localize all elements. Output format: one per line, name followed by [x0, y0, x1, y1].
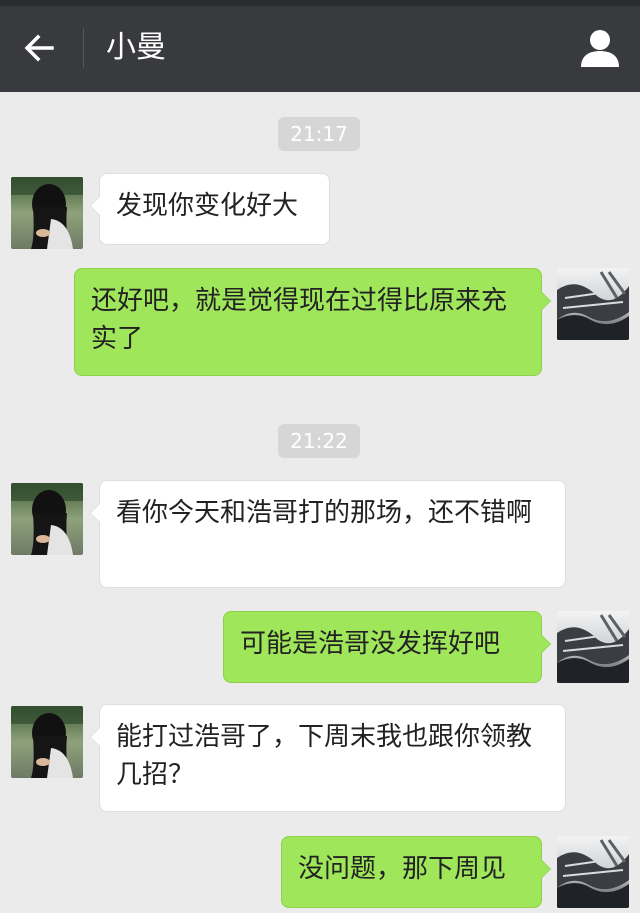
message-text: 发现你变化好大 — [116, 191, 299, 221]
contact-avatar-image — [11, 483, 83, 555]
contact-avatar-image — [11, 177, 83, 249]
message-text: 能打过浩哥了，下周末我也跟你领教几招？ — [116, 722, 533, 790]
message-bubble-incoming[interactable]: 发现你变化好大 — [90, 173, 330, 245]
profile-button[interactable] — [578, 26, 622, 70]
arrow-left-icon — [24, 34, 54, 62]
my-avatar[interactable] — [557, 836, 629, 908]
message-bubble-outgoing[interactable]: 可能是浩哥没发挥好吧 — [223, 611, 551, 683]
contact-avatar[interactable] — [11, 177, 83, 249]
my-avatar-image — [557, 611, 629, 683]
contact-avatar[interactable] — [11, 706, 83, 778]
back-button[interactable] — [22, 30, 58, 66]
timestamp: 21:22 — [278, 424, 360, 458]
status-strip — [0, 0, 640, 6]
message-text: 可能是浩哥没发挥好吧 — [240, 629, 501, 659]
message-text: 还好吧，就是觉得现在过得比原来充实了 — [91, 286, 508, 354]
message-bubble-incoming[interactable]: 能打过浩哥了，下周末我也跟你领教几招？ — [90, 704, 566, 812]
header-divider — [83, 28, 84, 68]
message-text: 看你今天和浩哥打的那场，还不错啊 — [116, 498, 533, 528]
my-avatar-image — [557, 836, 629, 908]
contact-avatar[interactable] — [11, 483, 83, 555]
my-avatar-image — [557, 268, 629, 340]
my-avatar[interactable] — [557, 611, 629, 683]
top-bar: 小曼 — [0, 0, 640, 92]
my-avatar[interactable] — [557, 268, 629, 340]
contact-avatar-image — [11, 706, 83, 778]
message-text: 没问题，那下周见 — [298, 854, 507, 884]
person-icon — [581, 30, 619, 67]
message-bubble-incoming[interactable]: 看你今天和浩哥打的那场，还不错啊 — [90, 480, 566, 588]
chat-title: 小曼 — [106, 30, 166, 65]
message-bubble-outgoing[interactable]: 没问题，那下周见 — [281, 836, 551, 908]
timestamp: 21:17 — [278, 117, 360, 151]
message-bubble-outgoing[interactable]: 还好吧，就是觉得现在过得比原来充实了 — [74, 268, 551, 376]
